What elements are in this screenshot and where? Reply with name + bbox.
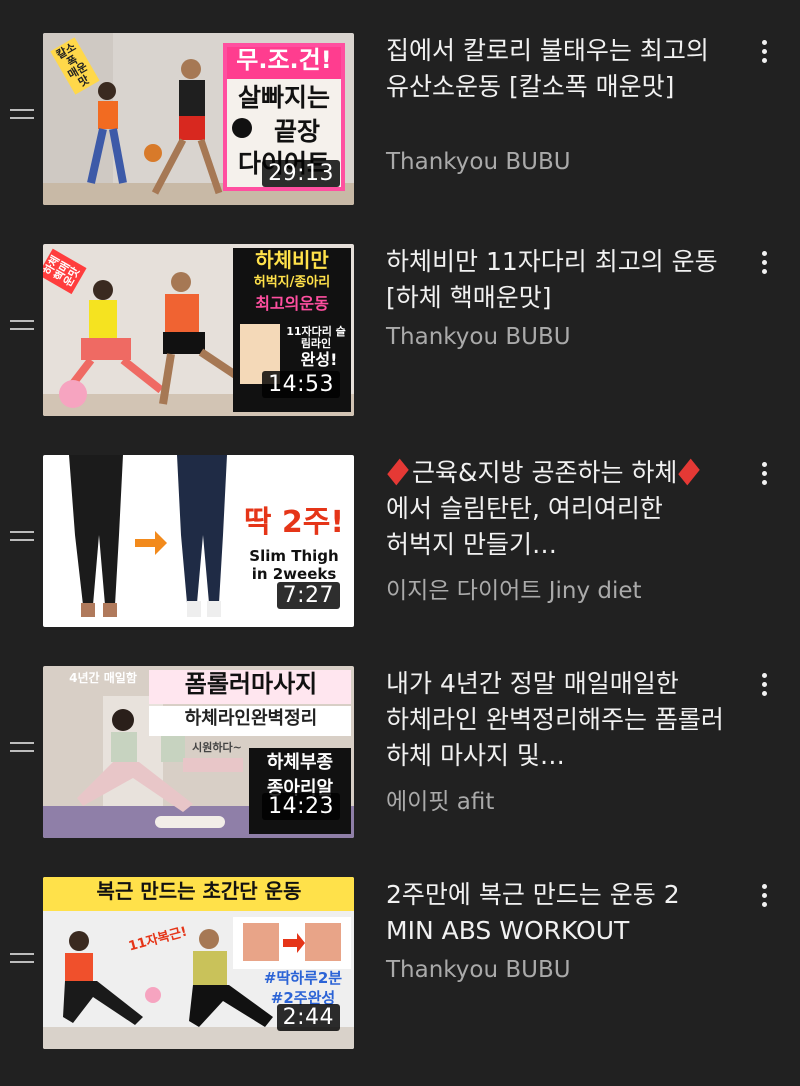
thumb-text: 끝장	[273, 117, 320, 146]
more-vert-icon[interactable]	[752, 248, 776, 284]
video-title[interactable]: 내가 4년간 정말 매일매일한 하체라인 완벽정리해주는 폼롤러 하체 마사지 …	[386, 666, 731, 774]
thumb-text: 시원하다~	[192, 741, 242, 754]
thumb-text: 하체라인완벽정리	[184, 708, 318, 729]
thumb-text: 최고의운동	[255, 294, 329, 313]
thumb-text: 11자다리 슬림라인	[286, 325, 346, 350]
channel-name[interactable]: 에이핏 afit	[386, 782, 494, 816]
video-title[interactable]: 하체비만 11자다리 최고의 운동 [하체 핵매운맛]	[386, 244, 731, 316]
drag-handle-icon[interactable]	[10, 742, 34, 756]
video-thumbnail[interactable]: 4년간 매일함 폼롤러마사지 하체라인완벽정리 시원하다~ 하체부종 종아리알 …	[43, 666, 354, 838]
list-item[interactable]: 칼소폭 매운맛 무.조.건! 살빠지는 끝장 다이어트 29:13 집에서 칼로…	[0, 33, 800, 213]
duration-badge: 14:53	[262, 371, 340, 398]
drag-handle-icon[interactable]	[10, 953, 34, 967]
thumb-text: 허벅지/종아리	[253, 275, 331, 290]
duration-badge: 29:13	[262, 160, 340, 187]
drag-handle-icon[interactable]	[10, 109, 34, 123]
thumb-text: Slim Thigh	[249, 547, 339, 565]
duration-badge: 7:27	[276, 582, 340, 609]
channel-name[interactable]: 이지은 다이어트 Jiny diet	[386, 571, 642, 605]
channel-name[interactable]: Thankyou BUBU	[386, 957, 571, 983]
thumb-headline: 복근 만드는 초간단 운동	[96, 879, 302, 903]
more-vert-icon[interactable]	[752, 459, 776, 495]
video-thumbnail[interactable]: 복근 만드는 초간단 운동 11자복근! #딱하루2분 #2주완성 2:44	[43, 877, 354, 1049]
duration-badge: 14:23	[262, 793, 340, 820]
thumb-text: #딱하루2분	[263, 969, 343, 987]
more-vert-icon[interactable]	[752, 37, 776, 73]
channel-name[interactable]: Thankyou BUBU	[386, 149, 571, 175]
more-vert-icon[interactable]	[752, 881, 776, 917]
thumb-text: 살빠지는	[237, 83, 330, 112]
list-item[interactable]: 복근 만드는 초간단 운동 11자복근! #딱하루2분 #2주완성 2:44 2…	[0, 877, 800, 1057]
list-item[interactable]: 4년간 매일함 폼롤러마사지 하체라인완벽정리 시원하다~ 하체부종 종아리알 …	[0, 666, 800, 846]
red-diamond-icon	[387, 458, 409, 486]
thumb-headline: 폼롤러마사지	[184, 670, 318, 698]
thumb-text: 완성!	[300, 350, 338, 369]
video-thumbnail[interactable]: 딱 2주! Slim Thigh in 2weeks 7:27	[43, 455, 354, 627]
video-title[interactable]: 2주만에 복근 만드는 운동 2 MIN ABS WORKOUT	[386, 877, 731, 949]
thumb-text: in 2weeks	[251, 565, 337, 583]
list-item[interactable]: 딱 2주! Slim Thigh in 2weeks 7:27 근육&지방 공존…	[0, 455, 800, 635]
thumb-headline: 하체비만	[255, 248, 329, 272]
drag-handle-icon[interactable]	[10, 531, 34, 545]
video-title[interactable]: 집에서 칼로리 불태우는 최고의 유산소운동 [칼소폭 매운맛]	[386, 33, 731, 105]
video-thumbnail[interactable]: 하체 핵매운맛 하체비만 허벅지/종아리 최고의운동 11자다리 슬림라인 완성…	[43, 244, 354, 416]
list-item[interactable]: 하체 핵매운맛 하체비만 허벅지/종아리 최고의운동 11자다리 슬림라인 완성…	[0, 244, 800, 424]
thumb-headline: 딱 2주!	[243, 505, 345, 540]
drag-handle-icon[interactable]	[10, 320, 34, 334]
video-thumbnail[interactable]: 칼소폭 매운맛 무.조.건! 살빠지는 끝장 다이어트 29:13	[43, 33, 354, 205]
thumb-headline: 무.조.건!	[236, 46, 332, 74]
channel-name[interactable]: Thankyou BUBU	[386, 324, 571, 350]
video-title[interactable]: 근육&지방 공존하는 하체에서 슬림탄탄, 여리여리한 허벅지 만들기…	[386, 455, 731, 563]
duration-badge: 2:44	[276, 1004, 340, 1031]
red-diamond-icon	[678, 458, 701, 486]
thumb-badge: 4년간 매일함	[69, 671, 137, 685]
thumb-text: 하체부종	[266, 752, 334, 773]
more-vert-icon[interactable]	[752, 670, 776, 706]
playlist-queue: 칼소폭 매운맛 무.조.건! 살빠지는 끝장 다이어트 29:13 집에서 칼로…	[0, 0, 800, 1086]
